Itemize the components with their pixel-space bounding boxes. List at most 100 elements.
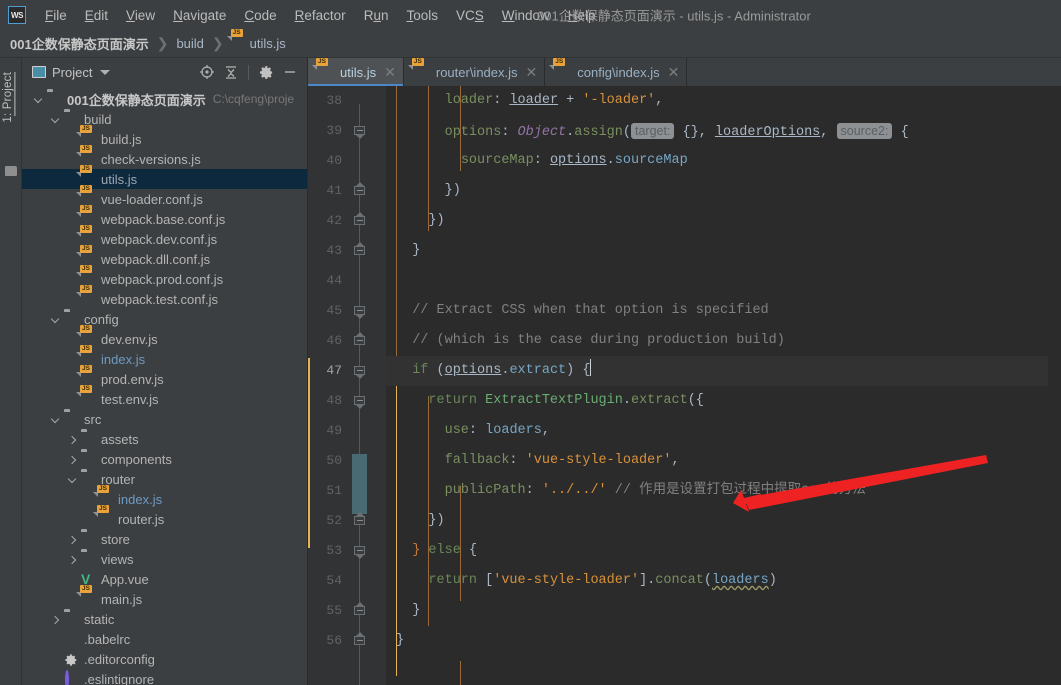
- code-line[interactable]: return ExtractTextPlugin.extract({: [386, 386, 1061, 416]
- tree-item[interactable]: webpack.test.conf.js: [22, 289, 307, 309]
- code-fold-toggle-icon[interactable]: [354, 546, 365, 559]
- tree-item[interactable]: webpack.prod.conf.js: [22, 269, 307, 289]
- tree-item[interactable]: index.js: [22, 489, 307, 509]
- code-line[interactable]: } else {: [386, 536, 1061, 566]
- hide-panel-icon[interactable]: [279, 61, 301, 83]
- tree-item[interactable]: router: [22, 469, 307, 489]
- tree-item[interactable]: test.env.js: [22, 389, 307, 409]
- code-line[interactable]: }: [386, 596, 1061, 626]
- code-line[interactable]: [386, 266, 1061, 296]
- menu-view[interactable]: View: [117, 6, 164, 25]
- tree-item[interactable]: store: [22, 529, 307, 549]
- tree-item[interactable]: views: [22, 549, 307, 569]
- code-content[interactable]: loader: loader + '-loader', options: Obj…: [386, 86, 1061, 685]
- tree-item[interactable]: build: [22, 109, 307, 129]
- chevron-right-icon[interactable]: [68, 554, 79, 565]
- editor-tab[interactable]: config\index.js ✕: [545, 58, 688, 86]
- project-file-tree[interactable]: 001企数保静态页面演示 C:\cqfeng\proje build build.js…: [22, 86, 307, 685]
- tree-item[interactable]: vue-loader.conf.js: [22, 189, 307, 209]
- code-fold-toggle-icon[interactable]: [354, 182, 365, 197]
- chevron-down-icon[interactable]: [51, 314, 62, 325]
- code-fold-toggle-icon[interactable]: [354, 366, 365, 379]
- code-fold-toggle-icon[interactable]: [354, 126, 365, 139]
- code-line[interactable]: }): [386, 176, 1061, 206]
- code-line[interactable]: loader: loader + '-loader',: [386, 86, 1061, 116]
- tree-item[interactable]: static: [22, 609, 307, 629]
- code-fold-toggle-icon[interactable]: [354, 396, 365, 409]
- tree-item[interactable]: check-versions.js: [22, 149, 307, 169]
- tree-item[interactable]: .babelrc: [22, 629, 307, 649]
- menu-code[interactable]: Code: [235, 6, 285, 25]
- project-panel-title-group[interactable]: Project: [32, 65, 111, 80]
- editor-gutter[interactable]: 38 39 40 41 42 43 44 45 46 47 48 49 50 51 52 53 54 55 56: [308, 86, 386, 685]
- chevron-right-icon[interactable]: [68, 454, 79, 465]
- code-line[interactable]: // (which is the case during production …: [386, 326, 1061, 356]
- editor-tab[interactable]: utils.js ✕: [308, 58, 404, 86]
- chevron-down-icon[interactable]: [51, 414, 62, 425]
- close-icon[interactable]: ✕: [384, 65, 396, 79]
- breadcrumb-folder[interactable]: build: [176, 36, 203, 51]
- tree-item[interactable]: utils.js: [22, 169, 307, 189]
- locate-icon[interactable]: [196, 61, 218, 83]
- code-line[interactable]: return ['vue-style-loader'].concat(loade…: [386, 566, 1061, 596]
- tree-item[interactable]: config: [22, 309, 307, 329]
- tree-item[interactable]: index.js: [22, 349, 307, 369]
- code-fold-toggle-icon[interactable]: [354, 602, 365, 617]
- chevron-right-icon[interactable]: [68, 434, 79, 445]
- tree-item[interactable]: prod.env.js: [22, 369, 307, 389]
- chevron-down-icon[interactable]: [34, 94, 45, 105]
- tree-item[interactable]: webpack.dll.conf.js: [22, 249, 307, 269]
- tree-item[interactable]: router.js: [22, 509, 307, 529]
- tree-item[interactable]: .eslintignore: [22, 669, 307, 685]
- code-line[interactable]: if (options.extract) {: [386, 356, 1061, 386]
- code-fold-toggle-icon[interactable]: [354, 242, 365, 257]
- code-fold-toggle-icon[interactable]: [354, 512, 365, 527]
- menu-run[interactable]: Run: [355, 6, 398, 25]
- menu-vcs[interactable]: VCS: [447, 6, 493, 25]
- close-icon[interactable]: ✕: [668, 65, 680, 79]
- chevron-down-icon[interactable]: [100, 69, 111, 75]
- code-line[interactable]: sourceMap: options.sourceMap: [386, 146, 1061, 176]
- tool-strip-project-button[interactable]: 1: Project: [2, 72, 14, 123]
- menu-file[interactable]: File: [36, 6, 76, 25]
- chevron-right-icon[interactable]: [51, 614, 62, 625]
- code-fold-toggle-icon[interactable]: [354, 332, 365, 347]
- chevron-down-icon[interactable]: [68, 474, 79, 485]
- code-line[interactable]: // Extract CSS when that option is speci…: [386, 296, 1061, 326]
- menu-navigate[interactable]: Navigate: [164, 6, 235, 25]
- tree-item[interactable]: main.js: [22, 589, 307, 609]
- editor-tab[interactable]: router\index.js ✕: [404, 58, 546, 86]
- collapse-all-icon[interactable]: [220, 61, 242, 83]
- tree-item[interactable]: components: [22, 449, 307, 469]
- code-line[interactable]: fallback: 'vue-style-loader',: [386, 446, 1061, 476]
- menu-refactor[interactable]: Refactor: [286, 6, 355, 25]
- code-fold-toggle-icon[interactable]: [354, 212, 365, 227]
- tree-item[interactable]: assets: [22, 429, 307, 449]
- tree-item[interactable]: 001企数保静态页面演示 C:\cqfeng\proje: [22, 89, 307, 109]
- tree-item[interactable]: src: [22, 409, 307, 429]
- code-line[interactable]: }): [386, 206, 1061, 236]
- code-line[interactable]: use: loaders,: [386, 416, 1061, 446]
- tree-item[interactable]: V App.vue: [22, 569, 307, 589]
- code-fold-toggle-icon[interactable]: [354, 632, 365, 647]
- code-line[interactable]: }): [386, 506, 1061, 536]
- menu-tools[interactable]: Tools: [397, 6, 447, 25]
- tree-item[interactable]: webpack.dev.conf.js: [22, 229, 307, 249]
- breadcrumb-project[interactable]: 001企数保静态页面演示: [10, 34, 149, 53]
- chevron-down-icon[interactable]: [51, 114, 62, 125]
- chevron-right-icon[interactable]: [68, 534, 79, 545]
- close-icon[interactable]: ✕: [526, 65, 538, 79]
- tree-item[interactable]: webpack.base.conf.js: [22, 209, 307, 229]
- code-line[interactable]: publicPath: '../../' // 作用是设置打包过程中提取css的…: [386, 476, 1061, 506]
- code-line[interactable]: }: [386, 626, 1061, 656]
- tree-item[interactable]: dev.env.js: [22, 329, 307, 349]
- settings-gear-icon[interactable]: [255, 61, 277, 83]
- tree-item[interactable]: build.js: [22, 129, 307, 149]
- code-line[interactable]: }: [386, 236, 1061, 266]
- code-line[interactable]: options: Object.assign(target: {}, loade…: [386, 116, 1061, 146]
- menu-edit[interactable]: Edit: [76, 6, 117, 25]
- tree-item[interactable]: .editorconfig: [22, 649, 307, 669]
- breadcrumb-file[interactable]: utils.js: [250, 36, 286, 51]
- vcs-change-marker[interactable]: [308, 358, 310, 548]
- code-fold-toggle-icon[interactable]: [354, 306, 365, 319]
